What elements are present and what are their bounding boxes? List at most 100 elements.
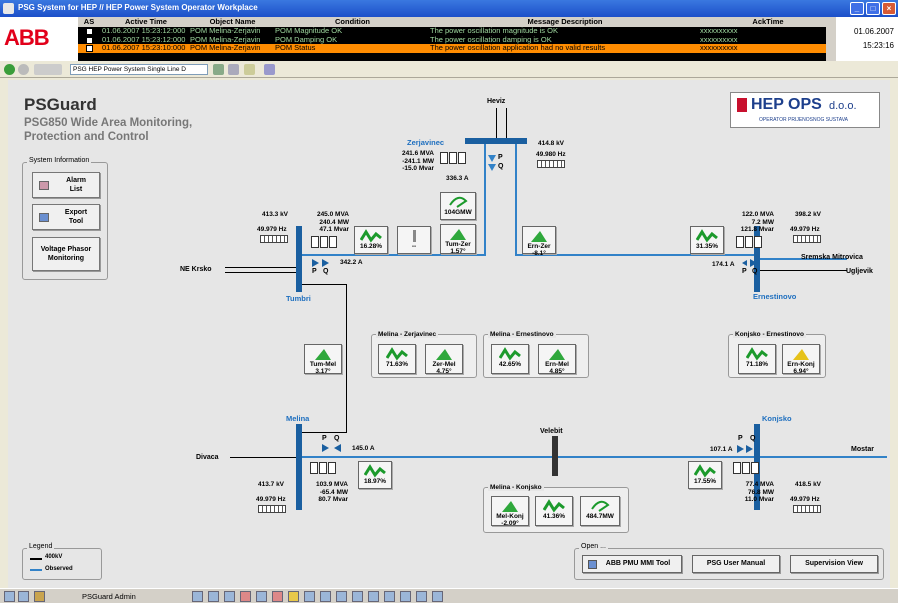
taskbar-tool-icon[interactable]	[352, 591, 363, 602]
taskbar-user[interactable]: PSGuard Admin	[82, 592, 136, 601]
taskbar-tool-icon[interactable]	[192, 591, 203, 602]
button-label: PSG User Manual	[706, 560, 766, 567]
taskbar-tool-icon[interactable]	[272, 591, 283, 602]
quicklaunch-icon[interactable]	[18, 591, 29, 602]
button-label: Supervision View	[805, 560, 863, 567]
oscillation-icon	[746, 347, 768, 361]
forward-icon[interactable]	[18, 64, 29, 75]
taskbar-tool-icon[interactable]	[384, 591, 395, 602]
taskbar-tool-icon[interactable]	[208, 591, 219, 602]
button-label: Voltage Phasor Monitoring	[40, 246, 92, 262]
oscillation-widget[interactable]: 31.35%	[690, 226, 724, 254]
col-as[interactable]: AS	[78, 17, 100, 27]
psg-user-manual-button[interactable]: PSG User Manual	[692, 555, 780, 573]
station-tumbri: Tumbri	[286, 294, 311, 303]
oscillation-widget[interactable]: 17.55%	[688, 461, 722, 489]
oscillation-widget[interactable]: 71.63%	[378, 344, 416, 374]
subtitle-line: PSG850 Wide Area Monitoring,	[24, 117, 193, 129]
angle-widget-tum-zer[interactable]: Tum-Zer 1.57°	[440, 224, 476, 255]
window-titlebar: PSG System for HEP // HEP Power System O…	[0, 0, 898, 17]
bus-velebit[interactable]	[552, 436, 558, 476]
taskbar-tool-icon[interactable]	[416, 591, 427, 602]
oscillation-icon	[386, 347, 408, 361]
power-widget[interactable]: 104GMW	[440, 192, 476, 220]
close-icon[interactable]: ×	[882, 2, 896, 15]
widget-value: -2.09°	[501, 520, 519, 527]
taskbar-tool-icon[interactable]	[336, 591, 347, 602]
oscillation-widget[interactable]: 18.97%	[358, 461, 392, 489]
panel-title: Melina - Zerjavinec	[376, 331, 439, 338]
p-arrow-icon	[312, 259, 319, 267]
legend-group: Legend	[22, 543, 102, 580]
taskbar-tool-icon[interactable]	[320, 591, 331, 602]
alarm-list-button[interactable]: Alarm List	[32, 172, 100, 198]
status-widget[interactable]: --	[397, 226, 431, 254]
taskbar-tool-icon[interactable]	[256, 591, 267, 602]
alarm-message: The power oscillation application had no…	[430, 43, 606, 52]
zer-current: 336.3 A	[446, 175, 469, 182]
ack-checkbox[interactable]	[85, 28, 93, 35]
supervision-view-button[interactable]: Supervision View	[790, 555, 878, 573]
alarm-table: AS Active Time Object Name Condition Mes…	[78, 17, 836, 61]
back-icon[interactable]	[4, 64, 15, 75]
taskbar-tool-icon[interactable]	[224, 591, 235, 602]
line-divaca	[230, 457, 299, 458]
view-select[interactable]: PSG HEP Power System Single Line D	[70, 64, 208, 75]
oscillation-icon	[499, 347, 521, 361]
q-arrow-icon	[746, 445, 753, 453]
taskbar-tool-icon[interactable]	[288, 591, 299, 602]
button-label: ABB PMU MMI Tool	[605, 560, 671, 567]
abb-pmu-mmi-tool-button[interactable]: ABB PMU MMI Tool	[582, 555, 682, 573]
tool-icon[interactable]	[228, 64, 239, 75]
oscillation-widget[interactable]: 41.36%	[535, 496, 573, 526]
power-widget[interactable]: 484.7MW	[580, 496, 620, 526]
tum-mw: 240.4 MW	[319, 218, 349, 226]
angle-widget-zer-mel[interactable]: Zer-Mel 4.75°	[425, 344, 463, 375]
start-icon[interactable]	[4, 591, 15, 602]
tum-current: 342.2 A	[340, 259, 363, 266]
angle-widget-tum-mel[interactable]: Tum-Mel 3.17°	[304, 344, 342, 375]
taskbar-tool-icon[interactable]	[432, 591, 443, 602]
taskbar-tool-icon[interactable]	[368, 591, 379, 602]
minimize-icon[interactable]: _	[850, 2, 864, 15]
alarm-row[interactable]: 01.06.2007 15:23:10:000 POM Melina-Zerja…	[78, 43, 836, 53]
oscillation-widget[interactable]: 42.65%	[491, 344, 529, 374]
ack-checkbox[interactable]	[85, 45, 93, 52]
taskbar-tool-icon[interactable]	[304, 591, 315, 602]
angle-widget-ern-mel[interactable]: Ern-Mel 4.85°	[538, 344, 576, 375]
oscillation-widget[interactable]: 16.28%	[354, 226, 388, 254]
tum-freq-bar	[260, 235, 288, 243]
zer-mva: 241.6 MVA	[401, 150, 434, 157]
taskbar-tool-icon[interactable]	[400, 591, 411, 602]
legend-line-observed	[30, 569, 42, 571]
bus-tumbri[interactable]	[296, 226, 302, 292]
bus-zerjavinec[interactable]	[465, 138, 527, 144]
tool-icon[interactable]	[244, 64, 255, 75]
ack-checkbox[interactable]	[85, 36, 93, 44]
bus-melina[interactable]	[296, 424, 302, 510]
maximize-icon[interactable]: □	[866, 2, 880, 15]
clock: 01.06.2007 15:23:16	[854, 25, 894, 53]
angle-widget-ern-zer[interactable]: Ern-Zer -8.1°	[522, 226, 556, 257]
widget-label: Ern-Zer	[527, 243, 551, 250]
p-label: P	[498, 154, 503, 161]
legend-label: Observed	[45, 566, 73, 572]
line-ne-krsko	[225, 267, 299, 268]
export-tool-button[interactable]: Export Tool	[32, 204, 100, 230]
mel-mva: 103.9 MVA	[315, 481, 348, 488]
mel-phasor-boxes	[310, 462, 336, 474]
user-icon[interactable]	[34, 591, 45, 602]
tool-icon[interactable]	[213, 64, 224, 75]
angle-widget-mel-konj[interactable]: Mel-Konj -2.09°	[491, 496, 529, 527]
angle-widget-ern-konj[interactable]: Ern-Konj 6.94°	[782, 344, 820, 375]
alarm-scrollbar[interactable]	[826, 17, 836, 61]
oscillation-widget[interactable]: 71.18%	[738, 344, 776, 374]
voltage-phasor-button[interactable]: Voltage Phasor Monitoring	[32, 237, 100, 271]
tool-icon[interactable]	[264, 64, 275, 75]
mel-freq-bar	[258, 505, 286, 513]
history-icon[interactable]	[34, 64, 62, 75]
widget-label: Zer-Mel	[432, 361, 456, 368]
power-icon	[591, 500, 610, 512]
taskbar-tool-icon[interactable]	[240, 591, 251, 602]
station-zerjavinec: Zerjavinec	[407, 138, 445, 147]
